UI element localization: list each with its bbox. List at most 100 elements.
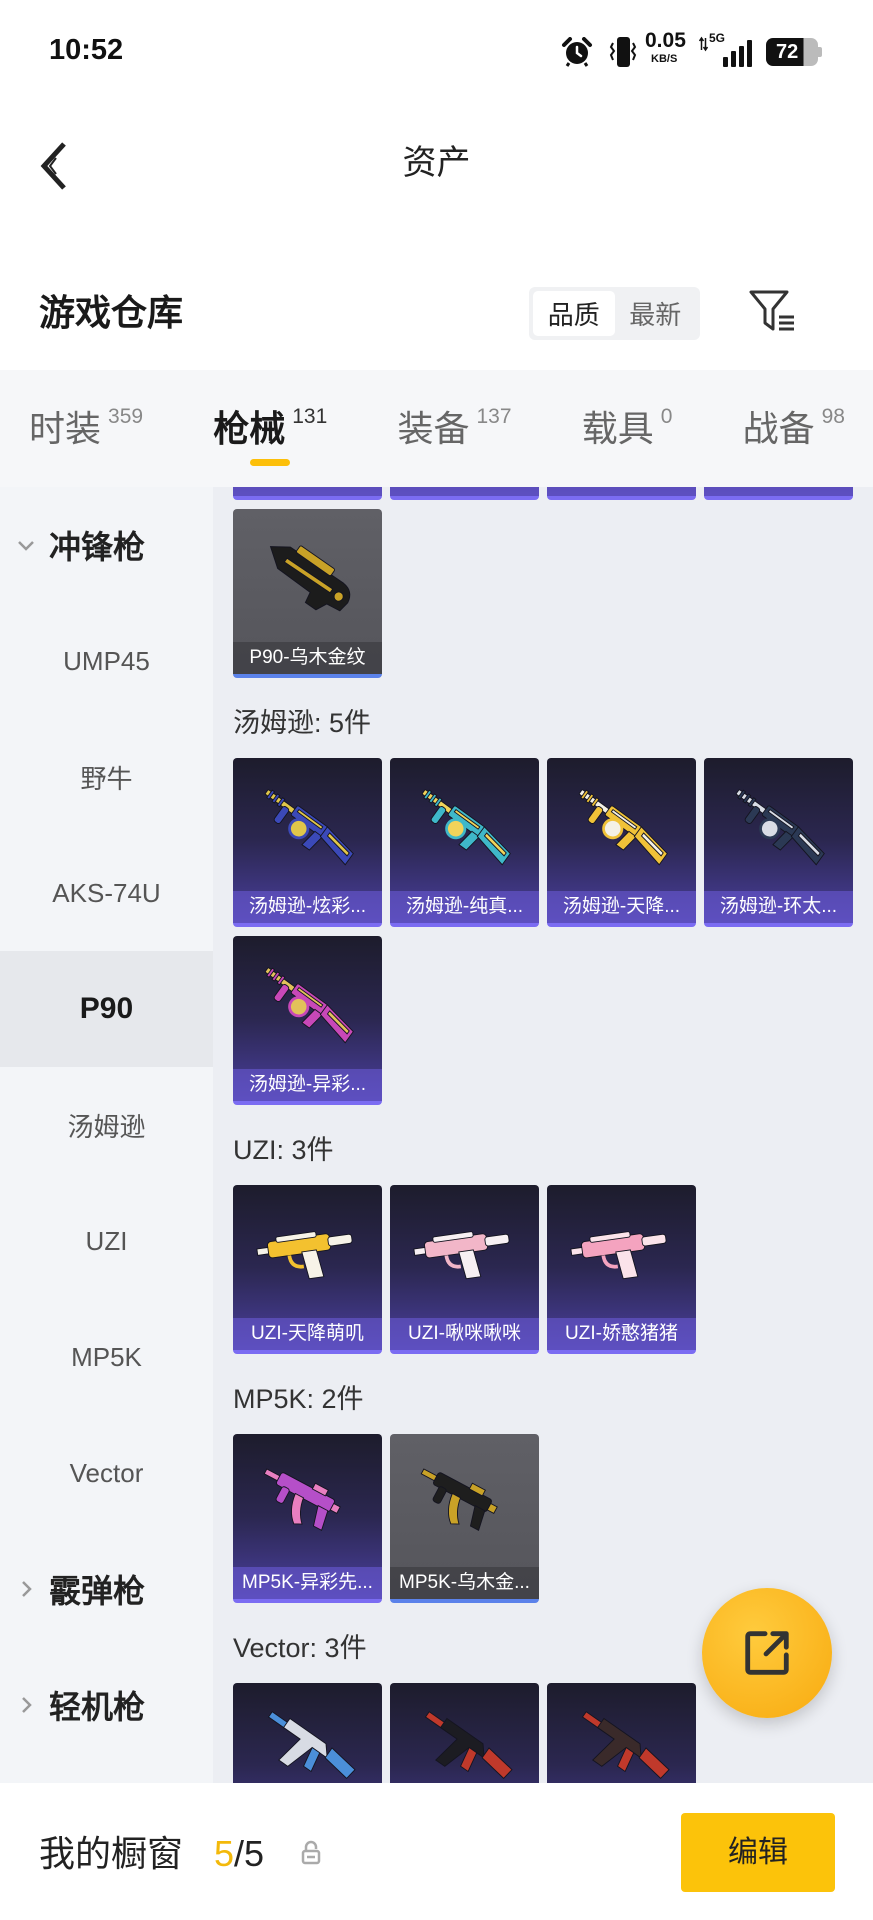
weapon-card[interactable]: UZI-天降萌叽 (233, 1185, 382, 1354)
weapon-card[interactable]: P90-乌木金纹 (233, 509, 382, 678)
sidebar-item-smg[interactable]: 冲锋枪 (0, 487, 213, 603)
lock-icon (301, 1840, 321, 1865)
group-heading: MP5K: 2件 (233, 1383, 364, 1414)
p90-icon (245, 521, 370, 633)
weapon-card[interactable] (390, 1683, 539, 1783)
share-button[interactable] (702, 1588, 832, 1718)
weapon-card[interactable]: 汤姆逊-纯真... (390, 758, 539, 927)
chevron-down-icon (18, 541, 34, 551)
tab-label: 时装 (29, 407, 102, 449)
tab-vehicles[interactable]: 载具 0 (581, 404, 673, 451)
tab-supplies[interactable]: 战备 98 (742, 404, 845, 451)
battery-icon: 72 (766, 38, 818, 66)
battery-terminal (818, 47, 822, 57)
net-speed-unit: KB/S (651, 53, 678, 65)
sidebar-item-label: 冲锋枪 (49, 529, 146, 565)
showcase-count-total: 5 (244, 1833, 265, 1874)
tab-equipment[interactable]: 装备 137 (397, 404, 512, 451)
status-bar: 10:52 0.05 KB/S 5G 72 (0, 0, 873, 104)
uzi-icon (559, 1197, 684, 1309)
weapon-card[interactable]: MP5K-乌木金... (390, 1434, 539, 1603)
status-time: 10:52 (49, 34, 124, 66)
edit-button[interactable]: 编辑 (681, 1813, 835, 1892)
page-title: 资产 (402, 144, 471, 182)
sidebar-item-shotgun[interactable]: 霰弹枪 (0, 1531, 213, 1647)
thompson-icon (559, 770, 684, 882)
sidebar-item-mp5k[interactable]: MP5K (0, 1299, 213, 1415)
weapon-card[interactable] (547, 1683, 696, 1783)
tab-firearms[interactable]: 枪械 131 (213, 404, 328, 466)
chevron-right-icon (22, 1581, 32, 1597)
weapon-card-label (233, 487, 382, 496)
uzi-icon (402, 1197, 527, 1309)
share-export-icon (745, 1631, 789, 1675)
tab-count: 131 (292, 404, 328, 428)
weapon-card[interactable]: 汤姆逊-异彩... (233, 936, 382, 1105)
tab-label: 战备 (742, 407, 815, 449)
group-heading: UZI: 3件 (233, 1134, 334, 1165)
tab-label: 装备 (397, 407, 470, 449)
sidebar-item-bizon[interactable]: 野牛 (0, 719, 213, 835)
weapon-card[interactable]: 汤姆逊-环太... (704, 758, 853, 927)
tab-fashion[interactable]: 时装 359 (29, 404, 144, 451)
tab-count: 98 (821, 404, 845, 428)
weapon-card-label (704, 487, 853, 496)
signal-icon (723, 40, 752, 67)
vector-icon (402, 1695, 527, 1783)
weapon-card-label: MP5K-乌木金... (390, 1567, 539, 1599)
weapon-card[interactable] (547, 487, 696, 500)
weapon-card-label: 汤姆逊-环太... (704, 891, 853, 923)
weapon-card[interactable]: UZI-啾咪啾咪 (390, 1185, 539, 1354)
tab-count: 0 (660, 404, 673, 428)
weapon-card[interactable]: UZI-娇憨猪猪 (547, 1185, 696, 1354)
sidebar-item-thompson[interactable]: 汤姆逊 (0, 1067, 213, 1183)
weapon-card[interactable] (704, 487, 853, 500)
alarm-icon (562, 37, 592, 67)
showcase-count-separator: / (234, 1833, 245, 1874)
bottom-bar: 我的橱窗 5/5 编辑 (0, 1783, 873, 1920)
category-tabs: 时装 359 枪械 131 装备 137 载具 0 战备 98 (0, 370, 873, 487)
filter-icon[interactable] (747, 287, 797, 335)
sort-by-newest[interactable]: 最新 (615, 291, 697, 336)
mp5k-icon (402, 1446, 527, 1558)
tab-label: 载具 (581, 407, 654, 449)
weapon-card-label: UZI-天降萌叽 (233, 1318, 382, 1350)
thompson-icon (245, 948, 370, 1060)
tab-count: 359 (108, 404, 144, 428)
sidebar-item-ump45[interactable]: UMP45 (0, 603, 213, 719)
sidebar-item-label: 轻机枪 (49, 1689, 146, 1725)
sidebar-item-lmg[interactable]: 轻机枪 (0, 1647, 213, 1763)
thompson-icon (402, 770, 527, 882)
weapon-card[interactable]: MP5K-异彩先... (233, 1434, 382, 1603)
weapon-card[interactable]: 汤姆逊-炫彩... (233, 758, 382, 927)
weapon-card-label: UZI-娇憨猪猪 (547, 1318, 696, 1350)
active-tab-indicator (250, 458, 291, 466)
weapon-grid: MP5K-异彩先... MP5K-乌木金... (233, 1434, 853, 1603)
thompson-icon (245, 770, 370, 882)
weapon-card[interactable] (233, 487, 382, 500)
sidebar-item-label: 霰弹枪 (49, 1573, 146, 1609)
mp5k-icon (245, 1446, 370, 1558)
weapon-card-label: 汤姆逊-炫彩... (233, 891, 382, 923)
chevron-right-icon (22, 1697, 32, 1713)
net-speed: 0.05 (645, 29, 686, 52)
sidebar-item-uzi[interactable]: UZI (0, 1183, 213, 1299)
weapon-card-label (547, 487, 696, 496)
sort-by-quality[interactable]: 品质 (533, 291, 615, 336)
tab-label: 枪械 (213, 407, 286, 449)
sidebar-item-p90[interactable]: P90 (0, 951, 213, 1067)
showcase-count-current: 5 (214, 1833, 235, 1874)
weapon-grid: P90-乌木金纹 (233, 487, 853, 678)
weapon-card-label: P90-乌木金纹 (233, 642, 382, 674)
uzi-icon (245, 1197, 370, 1309)
weapon-card[interactable] (390, 487, 539, 500)
showcase-label: 我的橱窗 (39, 1833, 184, 1874)
sidebar-item-vector[interactable]: Vector (0, 1415, 213, 1531)
vector-icon (559, 1695, 684, 1783)
weapon-card-label (390, 487, 539, 496)
weapon-card[interactable]: 汤姆逊-天降... (547, 758, 696, 927)
tab-count: 137 (476, 404, 512, 428)
weapon-card[interactable] (233, 1683, 382, 1783)
warehouse-title: 游戏仓库 (39, 292, 184, 333)
sidebar-item-aks74u[interactable]: AKS-74U (0, 835, 213, 951)
